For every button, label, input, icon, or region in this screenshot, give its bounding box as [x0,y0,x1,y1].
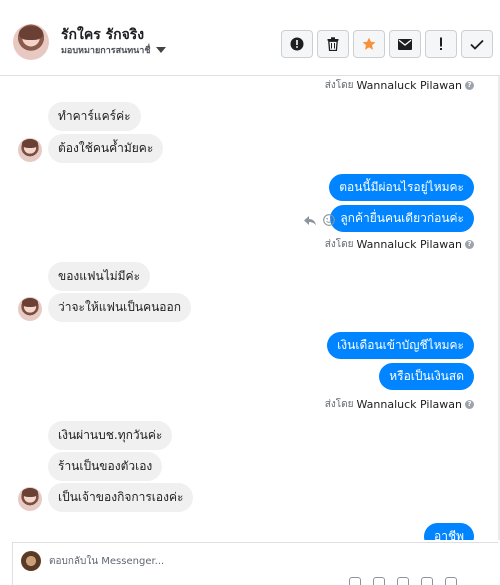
incoming-message[interactable]: ว่าจะให้แฟนเป็นคนออก [48,293,191,322]
image-icon[interactable] [373,577,385,585]
assign-conversation-dropdown[interactable]: มอบหมายการสนทนาชื่ [61,43,167,57]
sender-name: Wannaluck Pilawan [356,79,463,92]
sender-info: ส่งโดย Wannaluck Pilawan ? [325,78,474,93]
emoji-icon[interactable] [421,577,433,585]
attachment-icon[interactable] [349,577,361,585]
incoming-message[interactable]: ของแฟนไม่มีค่ะ [48,262,151,291]
sender-name: Wannaluck Pilawan [356,238,463,251]
mark-unread-button[interactable] [389,30,421,58]
help-icon[interactable]: ? [465,240,474,249]
mark-done-button[interactable] [461,30,493,58]
contact-mini-avatar [18,138,42,162]
page-avatar [21,551,41,571]
outgoing-message[interactable]: หรือเป็นเงินสด [379,363,474,390]
incoming-message[interactable]: เป็นเจ้าของกิจการเองค่ะ [48,483,194,512]
outgoing-message[interactable]: ลูกค้ายื่นคนเดียวก่อนค่ะ [330,205,474,232]
chevron-down-icon [156,47,167,53]
mark-spam-button[interactable] [281,30,313,58]
saved-reply-icon[interactable] [397,577,409,585]
checkmark-icon [470,39,484,50]
sender-prefix: ส่งโดย [324,80,354,91]
more-icon[interactable] [445,577,457,585]
sender-name: Wannaluck Pilawan [356,398,463,411]
help-icon[interactable]: ? [465,400,474,409]
sender-info: ส่งโดย Wannaluck Pilawan ? [325,237,474,252]
trash-icon [327,37,339,51]
reply-input[interactable] [49,551,469,571]
incoming-message[interactable]: ทำคาร์แคร์ค่ะ [48,102,141,131]
outgoing-message[interactable]: ตอนนี้มีผ่อนไรอยู่ไหมคะ [329,174,474,201]
message-tools [303,214,335,226]
composer-toolbar [349,577,457,585]
reply-composer [12,542,498,585]
contact-mini-avatar [18,297,42,321]
sender-info: ส่งโดย Wannaluck Pilawan ? [325,397,474,412]
exclamation-icon [440,37,442,50]
emoji-reaction-icon[interactable] [323,214,335,226]
outgoing-message[interactable]: เงินเดือนเข้าบัญชีไหมคะ [327,332,474,359]
message-thread[interactable]: ส่งโดย Wannaluck Pilawan ? ทำคาร์แคร์ค่ะ… [0,76,498,540]
conversation-header: รักใคร รักจริง มอบหมายการสนทนาชื่ [0,0,500,76]
alert-circle-icon [290,37,304,51]
sender-prefix: ส่งโดย [324,399,354,410]
help-icon[interactable]: ? [465,81,474,90]
sender-prefix: ส่งโดย [324,239,354,250]
envelope-icon [398,38,412,50]
follow-up-button[interactable] [425,30,457,58]
incoming-message[interactable]: ต้องใช้คนค้ำมัยคะ [48,134,164,163]
contact-avatar[interactable] [13,24,49,60]
reply-icon[interactable] [303,215,317,226]
incoming-message[interactable]: ร้านเป็นของตัวเอง [48,452,163,481]
outgoing-message[interactable]: อาชีพ [424,523,474,540]
assign-label: มอบหมายการสนทนาชื่ [61,46,151,56]
contact-mini-avatar [18,487,42,511]
incoming-message[interactable]: เงินผ่านบช.ทุกวันค่ะ [48,421,173,450]
star-button[interactable] [353,30,385,58]
delete-button[interactable] [317,30,349,58]
star-icon [362,37,376,50]
